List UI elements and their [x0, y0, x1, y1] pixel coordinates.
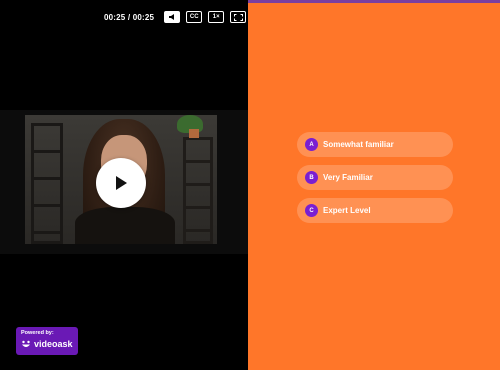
- answer-letter-badge: A: [305, 138, 318, 151]
- time-display: 00:25 / 00:25: [104, 12, 155, 22]
- answer-option-b[interactable]: B Very Familiar: [297, 165, 453, 190]
- speaker-icon: [169, 14, 175, 20]
- plant-pot: [189, 129, 199, 138]
- captions-button[interactable]: CC: [186, 11, 203, 23]
- powered-by-badge[interactable]: Powered by: videoask: [16, 327, 78, 355]
- bookshelf-right: [183, 137, 213, 244]
- play-button[interactable]: [96, 158, 146, 208]
- answer-label: Very Familiar: [323, 173, 373, 182]
- powered-by-label: Powered by:: [21, 330, 54, 336]
- speed-label: 1×: [212, 14, 220, 20]
- answer-option-c[interactable]: C Expert Level: [297, 198, 453, 223]
- fullscreen-button[interactable]: [230, 11, 247, 23]
- speed-button[interactable]: 1×: [208, 11, 225, 23]
- brand-row: videoask: [21, 339, 73, 349]
- answer-label: Expert Level: [323, 206, 371, 215]
- answer-label: Somewhat familiar: [323, 140, 394, 149]
- brand-name: videoask: [34, 339, 73, 349]
- fullscreen-icon: [233, 13, 243, 21]
- bookshelf-left: [31, 123, 63, 244]
- video-pane: 00:25 / 00:25 CC 1× Powered by: videoask: [0, 0, 248, 370]
- player-controls: 00:25 / 00:25 CC 1×: [104, 11, 247, 23]
- video-thumbnail[interactable]: [25, 115, 217, 244]
- captions-label: CC: [189, 14, 199, 20]
- answer-option-a[interactable]: A Somewhat familiar: [297, 132, 453, 157]
- presenter-body: [75, 207, 175, 244]
- answer-list: A Somewhat familiar B Very Familiar C Ex…: [297, 132, 453, 231]
- play-icon: [116, 176, 127, 190]
- video-frame: [0, 110, 248, 254]
- top-accent-bar: [248, 0, 500, 3]
- answer-letter-badge: C: [305, 204, 318, 217]
- volume-button[interactable]: [164, 11, 181, 23]
- answer-letter-badge: B: [305, 171, 318, 184]
- smile-icon: [22, 340, 30, 347]
